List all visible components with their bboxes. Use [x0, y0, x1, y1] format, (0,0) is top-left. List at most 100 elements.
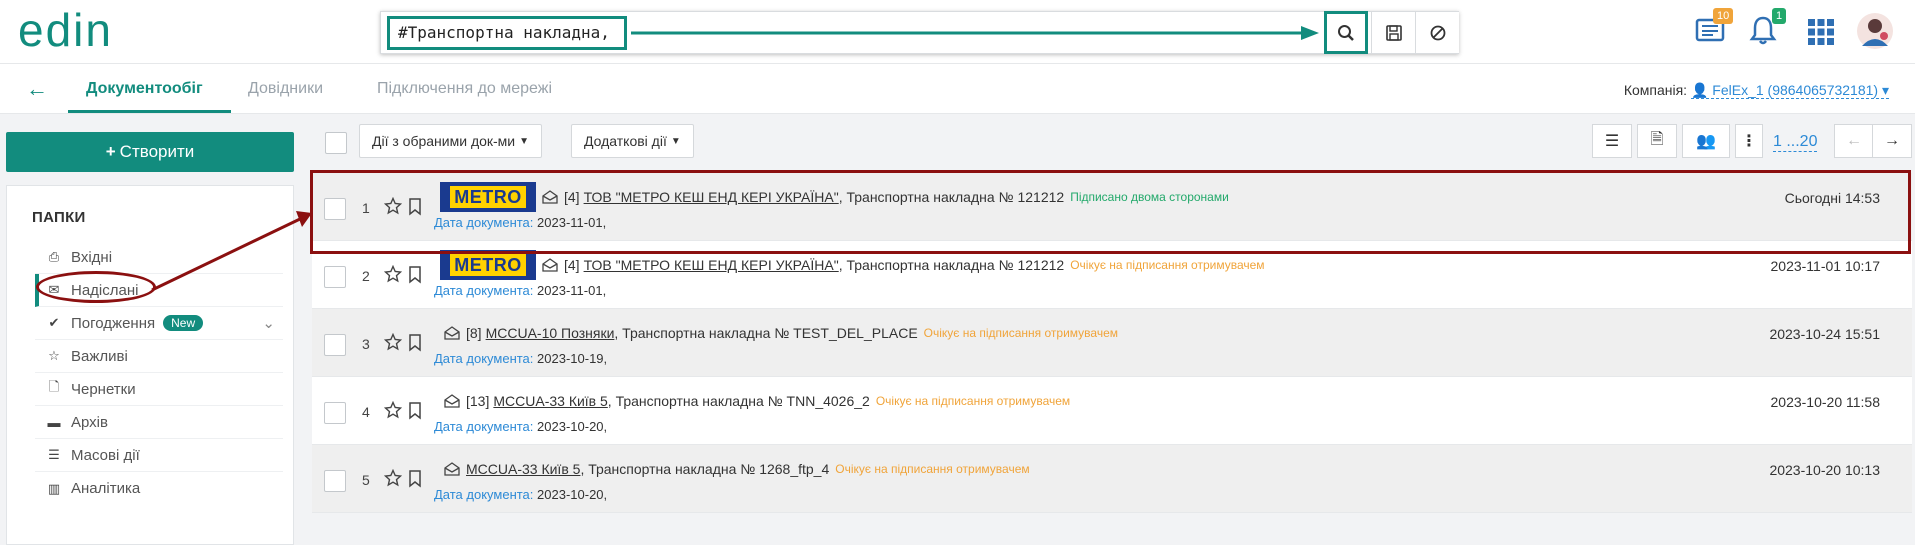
sidebar-item-bulk[interactable]: ☰ Масові дії — [35, 439, 283, 472]
envelope-open-icon — [444, 326, 460, 340]
tab-directories[interactable]: Довідники — [248, 80, 323, 98]
tab-network-connection[interactable]: Підключення до мережі — [377, 80, 552, 98]
counterparty-link[interactable]: MCCUA-33 Київ 5 — [493, 393, 607, 409]
row-checkbox[interactable] — [324, 402, 346, 424]
caret-down-icon: ▼ — [519, 135, 530, 147]
bookmark-icon[interactable] — [408, 470, 422, 488]
document-row[interactable]: 3 [8] MCCUA-10 Позняки, Транспортна наклад… — [312, 309, 1912, 377]
user-icon: 👤 — [1690, 82, 1709, 98]
back-arrow-icon[interactable]: ← — [26, 76, 48, 102]
document-date: 2023-10-20, — [537, 487, 608, 502]
status-badge: Очікує на підписання отримувачем — [835, 462, 1030, 476]
search-bar: #Транспортна накладна, — [380, 11, 1459, 54]
counterparty-link[interactable]: ТОВ "МЕТРО КЕШ ЕНД КЕРІ УКРАЇНА" — [584, 257, 839, 273]
sidebar-item-approval[interactable]: ✔ Погодження New ⌄ — [35, 307, 283, 340]
ban-icon — [1430, 25, 1445, 40]
bookmark-icon[interactable] — [408, 402, 422, 420]
list-view-button[interactable]: ☰ — [1592, 124, 1632, 158]
chevron-down-icon[interactable]: ⌄ — [262, 314, 275, 332]
clear-search-button[interactable] — [1415, 12, 1459, 53]
select-all-checkbox[interactable] — [325, 132, 347, 154]
sidebar-item-label: Масові дії — [71, 446, 140, 464]
avatar[interactable] — [1856, 12, 1894, 55]
counterparty-link[interactable]: MCCUA-10 Позняки — [486, 325, 615, 341]
document-title[interactable]: , Транспортна накладна № TNN_4026_2 — [608, 393, 870, 409]
row-number: 4 — [362, 404, 370, 420]
sidebar-item-important[interactable]: ☆ Важливі — [35, 340, 283, 373]
next-page-button[interactable]: → — [1872, 124, 1912, 158]
document-date-line: Дата документа: 2023-10-19, — [434, 351, 607, 366]
check-icon: ✔ — [48, 315, 60, 330]
status-badge: Очікує на підписання отримувачем — [1070, 258, 1265, 272]
save-search-button[interactable] — [1371, 12, 1415, 53]
document-timestamp: 2023-10-24 15:51 — [1769, 326, 1880, 342]
main-nav: ← Документообіг Довідники Підключення до… — [0, 64, 1915, 114]
message-count: [8] — [466, 325, 482, 341]
apps-button[interactable] — [1807, 18, 1835, 51]
plus-icon: + — [105, 142, 116, 161]
caret-down-icon: ▼ — [670, 135, 681, 147]
bookmark-icon[interactable] — [408, 266, 422, 284]
sidebar-item-label: Аналітика — [71, 480, 141, 497]
extra-actions-dropdown[interactable]: Додаткові дії ▼ — [571, 124, 694, 158]
sidebar-item-analytics[interactable]: ▥ Аналітика — [35, 472, 283, 505]
group-view-button[interactable]: 👥 — [1682, 124, 1730, 158]
sidebar-item-archive[interactable]: ▬ Архів — [35, 406, 283, 439]
row-checkbox[interactable] — [324, 266, 346, 288]
document-date: 2023-10-19, — [537, 351, 608, 366]
arrow-left-icon: ← — [1846, 132, 1862, 149]
star-icon[interactable] — [384, 265, 402, 283]
archive-icon: ▬ — [47, 414, 61, 430]
edin-logo[interactable]: edin — [18, 4, 158, 59]
envelope-open-icon — [444, 394, 460, 408]
document-title-line: MCCUA-33 Київ 5, Транспортна накладна № … — [444, 455, 1030, 483]
search-input[interactable]: #Транспортна накладна, — [387, 16, 627, 50]
new-badge: New — [163, 315, 204, 331]
document-title[interactable]: , Транспортна накладна № 121212 — [839, 257, 1064, 273]
company-dropdown[interactable]: 👤 FelEx_1 (9864065732181) ▾ — [1690, 82, 1889, 99]
row-checkbox[interactable] — [324, 334, 346, 356]
document-timestamp: 2023-10-20 10:13 — [1769, 462, 1880, 478]
logo-text: METRO — [450, 254, 526, 276]
document-date: 2023-11-01, — [537, 283, 607, 298]
row-number: 5 — [362, 472, 370, 488]
sidebar-item-label: Вхідні — [71, 248, 113, 266]
status-badge: Очікує на підписання отримувачем — [875, 394, 1071, 408]
star-icon[interactable] — [384, 401, 402, 419]
row-checkbox[interactable] — [324, 470, 346, 492]
document-date-line: Дата документа: 2023-10-20, — [434, 419, 607, 434]
prev-page-button[interactable]: ← — [1834, 124, 1874, 158]
create-button[interactable]: + Створити — [6, 132, 294, 172]
document-row[interactable]: 5 MCCUA-33 Київ 5, Транспортна накладна №… — [312, 445, 1912, 513]
document-title[interactable]: , Транспортна накладна № TEST_DEL_PLACE — [614, 325, 917, 341]
sidebar-item-label: Важливі — [71, 347, 128, 365]
annotation-circle — [36, 271, 156, 303]
notifications-button[interactable]: 1 — [1748, 8, 1787, 51]
document-title-line: METRO [4] ТОВ "МЕТРО КЕШ ЕНД КЕРІ УКРАЇНА"… — [440, 250, 1265, 280]
news-button[interactable]: 10 — [1693, 8, 1734, 49]
document-title-line: [13] MCCUA-33 Київ 5, Транспортна накладн… — [444, 387, 1070, 415]
document-title[interactable]: , Транспортна накладна № 1268_ftp_4 — [580, 461, 829, 477]
more-options-button[interactable]: ⋮ — [1735, 124, 1763, 158]
document-date-label: Дата документа: — [434, 419, 534, 434]
tab-document-flow[interactable]: Документообіг — [86, 80, 203, 98]
envelope-open-icon — [444, 462, 460, 476]
more-vertical-icon: ⋮ — [1741, 133, 1757, 150]
counterparty-link[interactable]: MCCUA-33 Київ 5 — [466, 461, 580, 477]
sidebar-item-label: Архів — [71, 413, 108, 431]
bookmark-icon[interactable] — [408, 334, 422, 352]
document-date-label: Дата документа: — [434, 283, 534, 298]
document-view-button[interactable]: 🗎 — [1637, 124, 1677, 158]
document-date: 2023-10-20, — [537, 419, 608, 434]
active-tab-indicator — [68, 110, 231, 113]
search-icon — [1338, 24, 1354, 41]
search-button[interactable] — [1324, 11, 1368, 54]
pagination-range[interactable]: 1 ...20 — [1773, 133, 1818, 152]
sidebar-item-drafts[interactable]: 🗋 Чернетки — [35, 373, 283, 406]
bulk-actions-label: Дії з обраними док-ми — [372, 133, 516, 149]
document-row[interactable]: 4 [13] MCCUA-33 Київ 5, Транспортна наклад… — [312, 377, 1912, 445]
star-icon[interactable] — [384, 333, 402, 351]
document-date-label: Дата документа: — [434, 351, 534, 366]
star-icon[interactable] — [384, 469, 402, 487]
bulk-actions-dropdown[interactable]: Дії з обраними док-ми ▼ — [359, 124, 543, 158]
